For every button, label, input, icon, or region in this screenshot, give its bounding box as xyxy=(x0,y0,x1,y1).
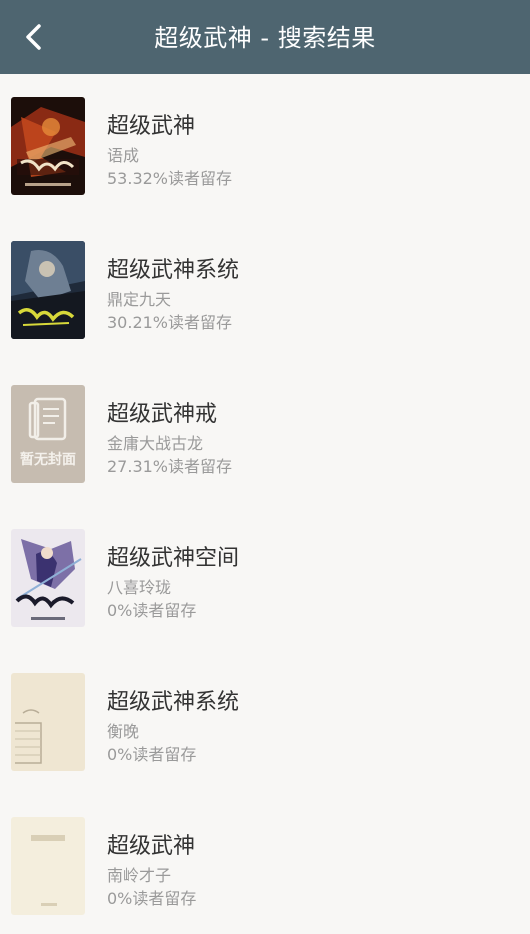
list-item[interactable]: 超级武神空间 八喜玲珑 0%读者留存 xyxy=(0,506,530,646)
reader-retention: 53.32%读者留存 xyxy=(107,169,233,188)
book-cover xyxy=(11,97,85,195)
book-title: 超级武神系统 xyxy=(107,258,240,283)
book-cover xyxy=(11,673,85,771)
list-item[interactable]: 超级武神 语成 53.32%读者留存 xyxy=(0,74,530,214)
book-title: 超级武神系统 xyxy=(107,690,240,715)
list-item[interactable]: 超级武神系统 衡晚 0%读者留存 xyxy=(0,650,530,790)
book-cover xyxy=(11,817,85,915)
list-item[interactable]: 超级武神系统 鼎定九天 30.21%读者留存 xyxy=(0,218,530,358)
reader-retention: 30.21%读者留存 xyxy=(107,313,233,332)
list-item[interactable]: 暂无封面 超级武神戒 金庸大战古龙 27.31%读者留存 xyxy=(0,362,530,502)
book-title: 超级武神空间 xyxy=(107,546,240,571)
reader-retention: 0%读者留存 xyxy=(107,601,197,620)
no-cover-label: 暂无封面 xyxy=(20,452,76,468)
book-cover xyxy=(11,241,85,339)
book-author: 金庸大战古龙 xyxy=(107,434,204,453)
beige-sketch-cover-image xyxy=(11,673,85,771)
dark-blue-warrior-cover-image xyxy=(11,241,85,339)
purple-swordsman-cover-image xyxy=(11,529,85,627)
book-title: 超级武神戒 xyxy=(107,402,218,427)
cream-plain-cover-image xyxy=(11,817,85,915)
page-title: 超级武神 - 搜索结果 xyxy=(154,24,376,52)
book-author: 鼎定九天 xyxy=(107,290,172,309)
book-author: 衡晚 xyxy=(107,722,140,741)
book-author: 语成 xyxy=(107,146,140,165)
book-cover: 暂无封面 xyxy=(11,385,85,483)
book-cover xyxy=(11,529,85,627)
list-item[interactable]: 超级武神 南岭才子 0%读者留存 xyxy=(0,794,530,934)
app-header: 超级武神 - 搜索结果 xyxy=(0,0,530,74)
book-title: 超级武神 xyxy=(107,114,196,139)
reader-retention: 0%读者留存 xyxy=(107,889,197,908)
reader-retention: 27.31%读者留存 xyxy=(107,457,233,476)
reader-retention: 0%读者留存 xyxy=(107,745,197,764)
book-title: 超级武神 xyxy=(107,834,196,859)
red-warrior-cover-image xyxy=(11,97,85,195)
book-author: 八喜玲珑 xyxy=(107,578,172,597)
book-author: 南岭才子 xyxy=(107,866,172,885)
